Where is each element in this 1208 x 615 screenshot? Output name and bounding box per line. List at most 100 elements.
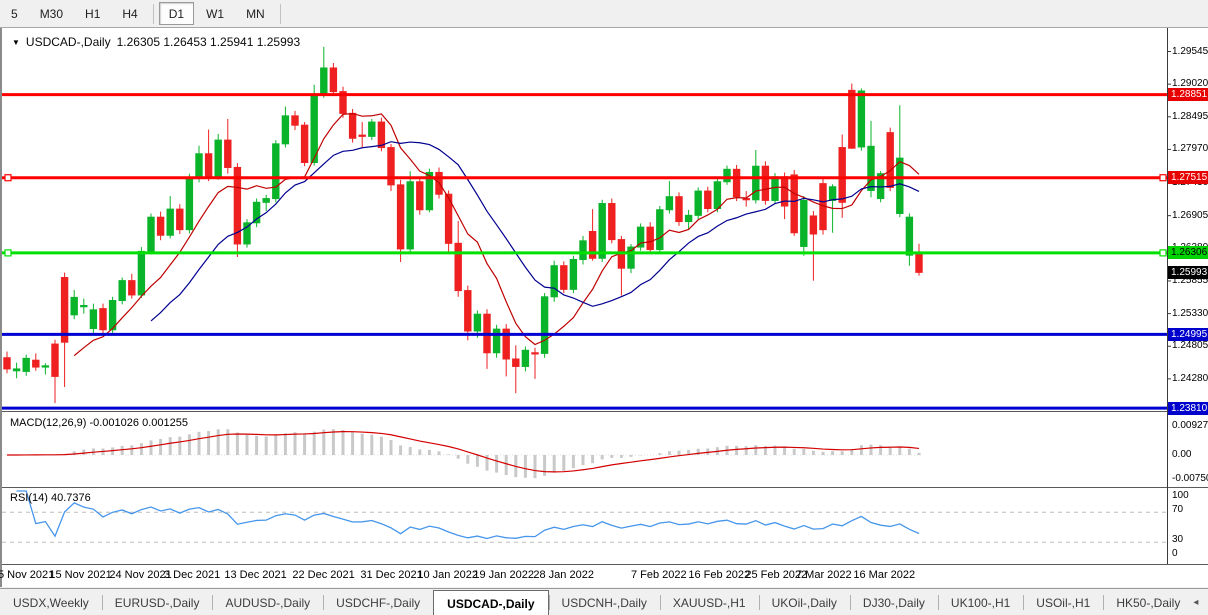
candle-body xyxy=(608,203,616,241)
chart-tab-usoil-h1[interactable]: USOil-,H1 xyxy=(1023,589,1103,615)
date-label: 31 Dec 2021 xyxy=(360,569,423,581)
candle-body xyxy=(512,358,520,367)
candle-body xyxy=(156,216,165,236)
date-label: 7 Feb 2022 xyxy=(631,569,687,581)
candle-body xyxy=(80,305,88,308)
macd-axis-label: 0.009278 xyxy=(1172,419,1208,431)
macd-signal-line xyxy=(7,430,920,473)
candle-body xyxy=(684,214,693,223)
chart-tab-uk100-h1[interactable]: UK100-,H1 xyxy=(937,589,1023,615)
timeframe-button-h4[interactable]: H4 xyxy=(112,2,147,25)
macd-axis-label: 0.00 xyxy=(1172,449,1192,460)
date-label: 13 Dec 2021 xyxy=(224,569,287,581)
candle-body xyxy=(771,176,779,201)
candle-body xyxy=(41,365,50,368)
candle-body xyxy=(176,208,184,231)
hline-anchor[interactable] xyxy=(1159,174,1167,182)
chart-tab-hk50-daily[interactable]: HK50-,Daily xyxy=(1103,589,1193,615)
candle-body xyxy=(867,145,875,191)
price-tick-label: 1.25330 xyxy=(1172,307,1208,319)
date-label: 5 Nov 2021 xyxy=(0,569,55,581)
candle-body xyxy=(32,359,40,368)
candle-body xyxy=(454,242,462,292)
chart-tab-ukoil-daily[interactable]: UKOil-,Daily xyxy=(758,589,850,615)
price-badge: 1.27515 xyxy=(1168,171,1208,185)
price-badge: 1.25993 xyxy=(1168,265,1208,279)
candle-body xyxy=(12,368,21,372)
candle-body xyxy=(704,190,712,210)
candle-body xyxy=(732,168,741,198)
date-label: 22 Dec 2021 xyxy=(292,569,355,581)
price-badge: 1.26306 xyxy=(1168,246,1208,260)
chart-tab-usdchf-daily[interactable]: USDCHF-,Daily xyxy=(323,589,433,615)
date-label: 3 Dec 2021 xyxy=(164,569,221,581)
candle-body xyxy=(656,209,664,251)
candle-body xyxy=(320,67,328,95)
candle-body xyxy=(272,143,280,200)
candle-body xyxy=(51,343,59,377)
candle-body xyxy=(905,216,914,256)
candle-body xyxy=(540,296,549,354)
main-chart-canvas[interactable] xyxy=(2,28,1208,587)
chart-tab-audusd-daily[interactable]: AUDUSD-,Daily xyxy=(212,589,323,615)
candle-body xyxy=(550,265,558,298)
candle-body xyxy=(521,349,530,367)
candle-body xyxy=(915,252,923,273)
price-tick-label: 1.29545 xyxy=(1172,45,1208,57)
timeframe-button-mn[interactable]: MN xyxy=(236,2,275,25)
chart-tab-xauusd-h1[interactable]: XAUUSD-,H1 xyxy=(659,589,759,615)
candle-body xyxy=(723,168,731,183)
rsi-axis-label: 0 xyxy=(1172,548,1178,559)
candle-body xyxy=(329,67,338,93)
candle-body xyxy=(790,174,798,234)
rsi-axis-label: 30 xyxy=(1172,534,1184,545)
chart-tab-usdx-weekly[interactable]: USDX,Weekly xyxy=(0,589,102,615)
candle-body xyxy=(809,215,818,235)
chart-tab-usdcad-daily[interactable]: USDCAD-,Daily xyxy=(433,590,549,615)
price-tick-label: 1.26905 xyxy=(1172,209,1208,221)
hline-anchor[interactable] xyxy=(4,174,12,182)
timeframe-button-5[interactable]: 5 xyxy=(1,2,28,25)
candle-body xyxy=(598,203,606,259)
timeframe-button-h1[interactable]: H1 xyxy=(75,2,110,25)
chevron-down-icon: ▼ xyxy=(12,37,20,47)
rsi-indicator-label: RSI(14) 40.7376 xyxy=(10,492,91,504)
timeframe-button-w1[interactable]: W1 xyxy=(196,2,234,25)
chart-ohlc-values: 1.26305 1.26453 1.25941 1.25993 xyxy=(116,35,301,49)
chart-window[interactable]: 1.295451.290201.284951.279701.274301.269… xyxy=(0,28,1208,587)
candle-body xyxy=(243,222,251,245)
chart-tab-eurusd-daily[interactable]: EURUSD-,Daily xyxy=(101,589,213,615)
candle-body xyxy=(396,184,405,250)
price-badge: 1.23810 xyxy=(1168,401,1208,415)
tab-scroll-controls: ◂▸ xyxy=(1193,589,1208,615)
rsi-axis-label: 100 xyxy=(1172,490,1189,501)
hline-anchor[interactable] xyxy=(4,249,12,257)
timeframe-button-m30[interactable]: M30 xyxy=(30,2,73,25)
price-badge: 1.24995 xyxy=(1168,327,1208,341)
candle-body xyxy=(387,147,395,186)
candle-body xyxy=(896,157,904,214)
candle-body xyxy=(70,296,78,316)
price-tick-label: 1.27970 xyxy=(1172,143,1208,155)
macd-axis-label: -0.007504 xyxy=(1172,472,1208,484)
candle-body xyxy=(195,153,203,179)
candle-body xyxy=(569,258,578,290)
hline-anchor[interactable] xyxy=(1159,249,1167,257)
candle-body xyxy=(300,124,309,163)
candle-body xyxy=(291,115,299,126)
candle-body xyxy=(742,198,750,201)
tab-scroll-left-icon[interactable]: ◂ xyxy=(1193,597,1198,608)
date-label: 24 Nov 2021 xyxy=(109,569,172,581)
chart-title-row: ▼ USDCAD-,Daily 1.26305 1.26453 1.25941 … xyxy=(12,35,300,49)
candle-body xyxy=(137,250,146,296)
chart-tab-dj30-daily[interactable]: DJ30-,Daily xyxy=(849,589,938,615)
chart-tab-usdcnh-daily[interactable]: USDCNH-,Daily xyxy=(548,589,660,615)
ma-fast-line xyxy=(73,112,920,357)
date-label: 19 Jan 2022 xyxy=(473,569,534,581)
date-label: 16 Feb 2022 xyxy=(688,569,751,581)
timeframe-button-d1[interactable]: D1 xyxy=(158,2,195,25)
date-label: 16 Mar 2022 xyxy=(853,569,916,581)
candle-body xyxy=(310,93,318,163)
candle-body xyxy=(800,199,808,247)
date-label: 28 Jan 2022 xyxy=(533,569,594,581)
